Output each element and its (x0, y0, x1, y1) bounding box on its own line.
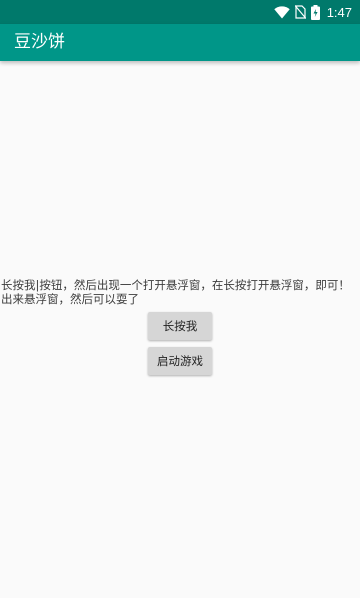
no-sim-icon (294, 5, 306, 19)
status-time: 1:47 (326, 4, 352, 20)
long-press-button[interactable]: 长按我 (148, 312, 212, 340)
app-title: 豆沙饼 (14, 32, 65, 52)
app-screen: 1:47 豆沙饼 长按我|按钮，然后出现一个打开悬浮窗，在长按打开悬浮窗，即可！… (0, 0, 360, 600)
battery-icon (310, 4, 320, 20)
app-bar: 豆沙饼 (0, 24, 360, 61)
status-icons: 1:47 (273, 0, 352, 24)
wifi-icon (273, 5, 290, 19)
start-game-button[interactable]: 启动游戏 (148, 347, 212, 375)
instruction-text: 长按我|按钮，然后出现一个打开悬浮窗，在长按打开悬浮窗，即可！出来悬浮窗，然后可… (1, 278, 350, 306)
main-content: 长按我|按钮，然后出现一个打开悬浮窗，在长按打开悬浮窗，即可！出来悬浮窗，然后可… (0, 61, 360, 600)
status-bar: 1:47 (0, 0, 360, 24)
